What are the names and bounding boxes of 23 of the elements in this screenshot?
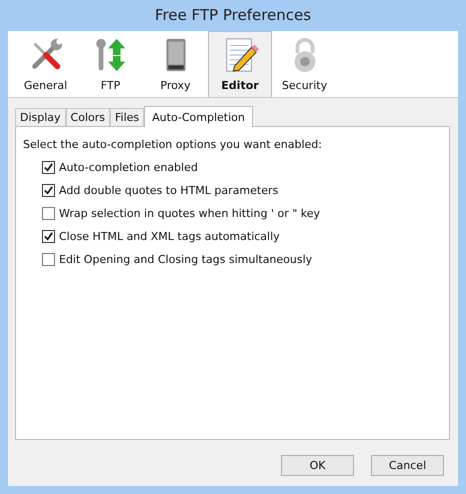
toolbar-tab[interactable]: FTP	[78, 31, 143, 97]
option-label: Auto-completion enabled	[59, 161, 198, 174]
checkbox[interactable]	[42, 207, 55, 220]
checkbox[interactable]	[42, 253, 55, 266]
option-label: Edit Opening and Closing tags simultaneously	[59, 253, 312, 266]
tab[interactable]: Colors	[66, 108, 110, 126]
toolbar-tab[interactable]: Editor	[208, 31, 272, 97]
tab[interactable]: Auto-Completion	[144, 106, 253, 127]
option-label: Wrap selection in quotes when hitting ' or " key	[59, 207, 320, 220]
checkbox[interactable]	[42, 161, 55, 174]
checkbox[interactable]	[42, 230, 55, 243]
tab[interactable]: Display	[15, 108, 66, 126]
toolbar-tab[interactable]: Proxy	[143, 31, 208, 97]
checkbox[interactable]	[42, 184, 55, 197]
option-label: Close HTML and XML tags automatically	[59, 230, 280, 243]
option-label: Add double quotes to HTML parameters	[59, 184, 278, 197]
tab[interactable]: Files	[110, 108, 144, 126]
dialog-button[interactable]: Cancel	[371, 455, 444, 476]
window-title: Free FTP Preferences	[154, 5, 312, 26]
toolbar-tab[interactable]: General	[13, 31, 78, 97]
toolbar-tab[interactable]: Security	[272, 31, 337, 97]
instruction-text: Select the auto-completion options you want enabled:	[23, 138, 323, 151]
dialog-button[interactable]: OK	[281, 455, 354, 476]
